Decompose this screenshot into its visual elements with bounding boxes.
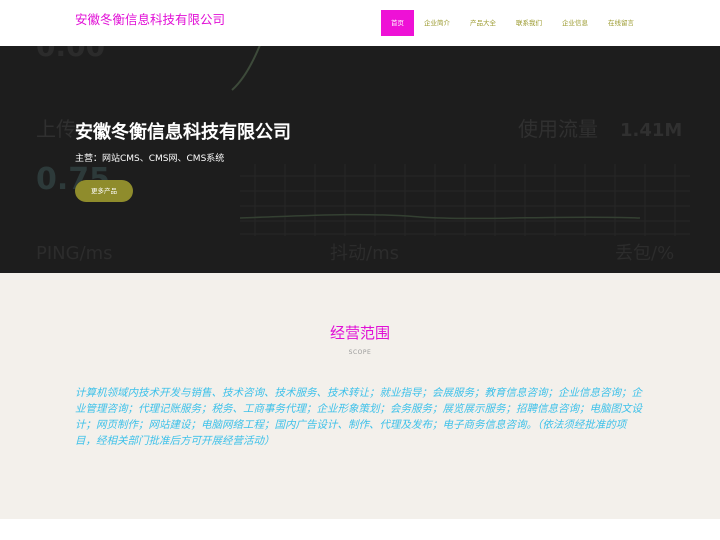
nav-item-about[interactable]: 企业简介 — [414, 10, 460, 36]
hero-banner: 0.00 上传 0.75 使用流量 1.41M PING/ms 抖动/ms 丢包… — [0, 46, 720, 273]
svg-text:0.00: 0.00 — [36, 46, 105, 63]
bg-label-usage: 使用流量 — [518, 117, 598, 141]
nav-item-products[interactable]: 产品大全 — [460, 10, 506, 36]
bg-label-loss: 丢包/% — [615, 243, 674, 264]
bg-label-jitter: 抖动/ms — [330, 243, 399, 264]
scope-title: 经营范围 — [329, 324, 390, 342]
hero-title: 安徽冬衡信息科技有限公司 — [75, 122, 291, 143]
nav-item-company-info[interactable]: 企业信息 — [552, 10, 598, 36]
more-products-button[interactable]: 更多产品 — [75, 180, 133, 202]
bg-label-ping: PING/ms — [36, 243, 113, 264]
site-header: 安徽冬衡信息科技有限公司 首页 企业简介 产品大全 联系我们 企业信息 在线留言 — [0, 0, 720, 46]
hero-subtitle: 主营：网站CMS、CMS网、CMS系统 — [75, 154, 225, 164]
nav-item-contact[interactable]: 联系我们 — [506, 10, 552, 36]
nav-item-home[interactable]: 首页 — [381, 10, 414, 36]
scope-section: 经营范围 SCOPE 计算机领域内技术开发与销售、技术咨询、技术服务、技术转让；… — [0, 273, 720, 519]
bg-label-upload: 上传 — [36, 117, 76, 141]
site-logo[interactable]: 安徽冬衡信息科技有限公司 — [75, 9, 225, 28]
page-footer — [0, 519, 720, 540]
main-nav: 首页 企业简介 产品大全 联系我们 企业信息 在线留言 — [381, 10, 644, 36]
scope-subtitle: SCOPE — [348, 349, 372, 356]
bg-value-usage: 1.41M — [620, 120, 682, 141]
nav-item-message[interactable]: 在线留言 — [598, 10, 644, 36]
scope-description: 计算机领域内技术开发与销售、技术咨询、技术服务、技术转让；就业指导；会展服务；教… — [75, 387, 642, 447]
